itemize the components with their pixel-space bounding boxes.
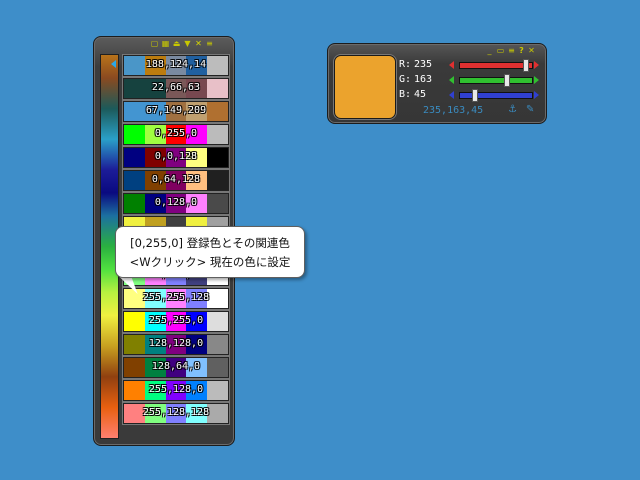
swatch-label: 0,255,0 xyxy=(154,128,198,139)
selection-arrow-icon xyxy=(111,60,116,68)
color-picker-window: _ ▭ ≡ ? ✕ R: 235 G: 163 B: 45 235,163,45… xyxy=(327,43,547,124)
red-decrease-icon[interactable] xyxy=(449,61,454,69)
swatch-label: 0,0,128 xyxy=(154,151,198,162)
swatch-row[interactable]: 0,128,0 xyxy=(123,193,229,214)
swatch-label: 0,64,128 xyxy=(151,174,201,185)
swatch-label: 128,64,0 xyxy=(151,361,201,372)
window-icon[interactable]: ▢ xyxy=(150,40,159,48)
maximize-icon[interactable]: ▭ xyxy=(496,47,505,55)
rgb-readout: 235,163,45 xyxy=(423,105,484,116)
close-icon[interactable]: ✕ xyxy=(194,40,203,48)
help-icon[interactable]: ? xyxy=(517,47,526,55)
swatch-label: 255,128,128 xyxy=(142,407,210,418)
swatch-row[interactable]: 128,128,0 xyxy=(123,334,229,355)
eject-icon[interactable]: ⏏ xyxy=(172,40,181,48)
tooltip: [0,255,0] 登録色とその関連色 <Wクリック> 現在の色に設定 xyxy=(115,226,305,278)
blue-slider[interactable] xyxy=(459,89,533,102)
red-slider-thumb[interactable] xyxy=(523,59,529,72)
blue-value: 45 xyxy=(414,89,427,100)
swatch-label: 128,128,0 xyxy=(148,338,204,349)
blue-label: B: xyxy=(399,89,412,100)
green-slider[interactable] xyxy=(459,74,533,87)
close-icon[interactable]: ✕ xyxy=(527,47,536,55)
swatch-row[interactable]: 255,255,128 xyxy=(123,288,229,309)
menu-icon[interactable]: ≡ xyxy=(205,40,214,48)
swatch-row[interactable]: 0,0,128 xyxy=(123,147,229,168)
swatch-row[interactable]: 255,128,128 xyxy=(123,403,229,424)
grid-icon[interactable]: ▦ xyxy=(161,40,170,48)
green-label: G: xyxy=(399,74,412,85)
red-slider[interactable] xyxy=(459,59,533,72)
menu-icon[interactable]: ≡ xyxy=(507,47,516,55)
palette-titlebar[interactable]: ▢ ▦ ⏏ ▼ ✕ ≡ xyxy=(94,37,234,51)
swatch-row[interactable]: 22,66,63 xyxy=(123,78,229,99)
green-value: 163 xyxy=(414,74,433,85)
swatch-label: 67,149,209 xyxy=(145,105,207,116)
swatch-row[interactable]: 0,64,128 xyxy=(123,170,229,191)
swatch-label: 255,255,0 xyxy=(148,315,204,326)
red-label: R: xyxy=(399,59,412,70)
swatch-row[interactable]: 255,128,0 xyxy=(123,380,229,401)
swatch-row[interactable]: 67,149,209 xyxy=(123,101,229,122)
blue-decrease-icon[interactable] xyxy=(449,91,454,99)
swatch-row[interactable]: 0,255,0 xyxy=(123,124,229,145)
swatch-label: 22,66,63 xyxy=(151,82,201,93)
green-decrease-icon[interactable] xyxy=(449,76,454,84)
red-value: 235 xyxy=(414,59,433,70)
swatch-label: 255,255,128 xyxy=(142,292,210,303)
swatch-row[interactable]: 128,64,0 xyxy=(123,357,229,378)
minimize-icon[interactable]: _ xyxy=(485,47,494,55)
swatch-label: 0,128,0 xyxy=(154,197,198,208)
swatch-label: 255,128,0 xyxy=(148,384,204,395)
blue-increase-icon[interactable] xyxy=(534,91,539,99)
swatch-label: 188,124,14 xyxy=(145,59,207,70)
current-color-swatch[interactable] xyxy=(334,55,396,119)
green-slider-thumb[interactable] xyxy=(504,74,510,87)
minimize-icon[interactable]: ▼ xyxy=(183,40,192,48)
green-increase-icon[interactable] xyxy=(534,76,539,84)
red-increase-icon[interactable] xyxy=(534,61,539,69)
tooltip-line-2: <Wクリック> 現在の色に設定 xyxy=(129,255,291,269)
swatch-row[interactable]: 188,124,14 xyxy=(123,55,229,76)
anchor-icon[interactable]: ⚓ xyxy=(508,104,517,115)
pencil-icon[interactable]: ✎ xyxy=(526,104,534,115)
blue-slider-thumb[interactable] xyxy=(472,89,478,102)
swatch-row[interactable]: 255,255,0 xyxy=(123,311,229,332)
tooltip-line-1: [0,255,0] 登録色とその関連色 xyxy=(130,236,290,250)
